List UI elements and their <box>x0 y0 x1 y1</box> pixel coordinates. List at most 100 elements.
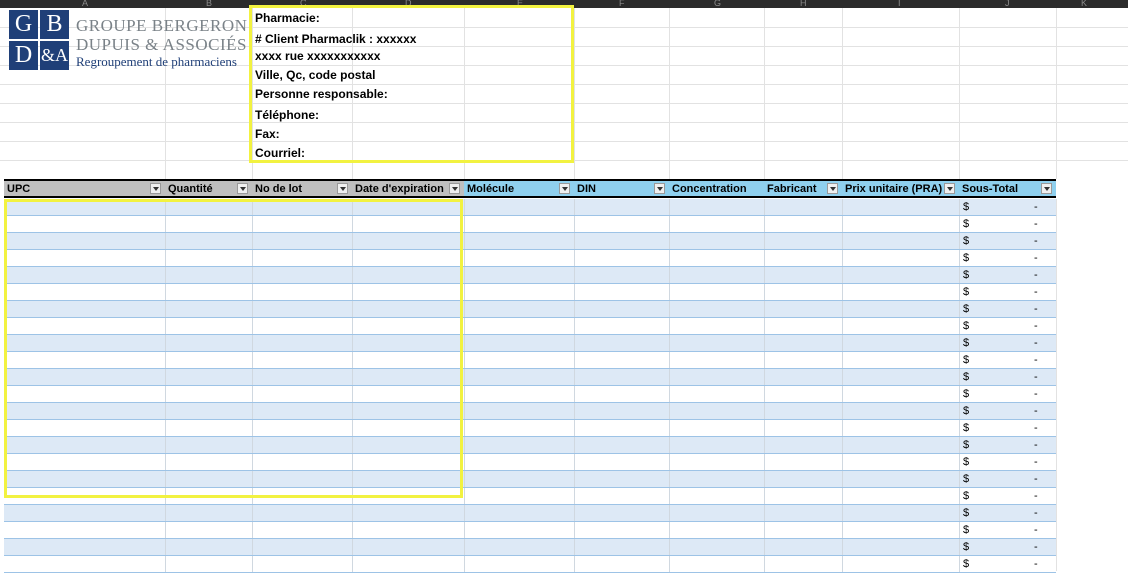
cell-divider <box>464 301 465 317</box>
subtotal-value[interactable]: - <box>1034 320 1038 332</box>
logo-text-line2: DUPUIS & ASSOCIÉS <box>76 35 247 54</box>
col-letter-a[interactable]: A <box>82 0 88 8</box>
street-address[interactable]: xxxx rue xxxxxxxxxxx <box>255 49 380 63</box>
filter-dropdown-icon[interactable] <box>449 183 460 194</box>
col-letter-k[interactable]: K <box>1081 0 1087 8</box>
cell-divider <box>959 522 960 538</box>
header-fabricant[interactable]: Fabricant <box>764 179 842 198</box>
pharmacy-label[interactable]: Pharmacie: <box>255 11 320 25</box>
filter-dropdown-icon[interactable] <box>150 183 161 194</box>
subtotal-currency: $ <box>963 507 970 519</box>
subtotal-value[interactable]: - <box>1034 218 1038 230</box>
header-label: Date d'expiration <box>355 183 444 195</box>
cell-divider <box>764 539 765 555</box>
data-entry-highlight <box>4 199 463 498</box>
grid-line <box>1056 8 1057 179</box>
cell-divider <box>959 199 960 215</box>
subtotal-value[interactable]: - <box>1034 201 1038 213</box>
header-upc[interactable]: UPC <box>4 179 165 198</box>
filter-dropdown-icon[interactable] <box>559 183 570 194</box>
cell-divider <box>959 420 960 436</box>
cell-divider <box>574 318 575 334</box>
table-row[interactable] <box>4 505 1056 522</box>
cell-divider <box>842 199 843 215</box>
header-quantite[interactable]: Quantité <box>165 179 252 198</box>
client-number[interactable]: # Client Pharmaclik : xxxxxx <box>255 32 416 46</box>
header-label: DIN <box>577 183 596 195</box>
fax-label[interactable]: Fax: <box>255 127 280 141</box>
cell-divider <box>574 454 575 470</box>
subtotal-value[interactable]: - <box>1034 286 1038 298</box>
col-letter-g[interactable]: G <box>714 0 721 8</box>
filter-dropdown-icon[interactable] <box>1041 183 1052 194</box>
header-no-de-lot[interactable]: No de lot <box>252 179 352 198</box>
col-letter-j[interactable]: J <box>1005 0 1010 8</box>
cell-divider <box>464 369 465 385</box>
cell-divider <box>352 522 353 538</box>
cell-divider <box>574 437 575 453</box>
table-row[interactable] <box>4 522 1056 539</box>
table-row[interactable] <box>4 556 1056 573</box>
header-prix-unitaire[interactable]: Prix unitaire (PRA) <box>842 179 959 198</box>
col-letter-b[interactable]: B <box>206 0 212 8</box>
subtotal-value[interactable]: - <box>1034 490 1038 502</box>
city-postal[interactable]: Ville, Qc, code postal <box>255 68 376 82</box>
subtotal-value[interactable]: - <box>1034 337 1038 349</box>
subtotal-value[interactable]: - <box>1034 388 1038 400</box>
header-din[interactable]: DIN <box>574 179 669 198</box>
email-label[interactable]: Courriel: <box>255 146 305 160</box>
grid-line <box>669 8 670 179</box>
subtotal-value[interactable]: - <box>1034 524 1038 536</box>
header-molecule[interactable]: Molécule <box>464 179 574 198</box>
logo-text-line3: Regroupement de pharmaciens <box>76 54 237 69</box>
cell-divider <box>165 522 166 538</box>
cell-divider <box>764 233 765 249</box>
cell-divider <box>669 199 670 215</box>
filter-dropdown-icon[interactable] <box>237 183 248 194</box>
subtotal-value[interactable]: - <box>1034 252 1038 264</box>
cell-divider <box>764 522 765 538</box>
col-letter-h[interactable]: H <box>800 0 807 8</box>
responsible-person[interactable]: Personne responsable: <box>255 87 388 101</box>
cell-divider <box>764 488 765 504</box>
subtotal-value[interactable]: - <box>1034 422 1038 434</box>
subtotal-value[interactable]: - <box>1034 371 1038 383</box>
table-row[interactable] <box>4 539 1056 556</box>
subtotal-value[interactable]: - <box>1034 405 1038 417</box>
cell-divider <box>669 335 670 351</box>
logo-letter: B <box>40 10 69 39</box>
col-letter-f[interactable]: F <box>619 0 625 8</box>
subtotal-value[interactable]: - <box>1034 303 1038 315</box>
subtotal-currency: $ <box>963 439 970 451</box>
subtotal-value[interactable]: - <box>1034 507 1038 519</box>
cell-divider <box>959 505 960 521</box>
header-sous-total[interactable]: Sous-Total <box>959 179 1056 198</box>
cell-divider <box>574 403 575 419</box>
subtotal-currency: $ <box>963 473 970 485</box>
cell-divider <box>464 437 465 453</box>
filter-dropdown-icon[interactable] <box>654 183 665 194</box>
subtotal-value[interactable]: - <box>1034 558 1038 570</box>
cell-divider <box>464 335 465 351</box>
logo-letter: G <box>9 10 38 39</box>
cell-divider <box>669 539 670 555</box>
cell-divider <box>842 420 843 436</box>
filter-dropdown-icon[interactable] <box>944 183 955 194</box>
subtotal-value[interactable]: - <box>1034 354 1038 366</box>
subtotal-value[interactable]: - <box>1034 439 1038 451</box>
subtotal-value[interactable]: - <box>1034 456 1038 468</box>
telephone-label[interactable]: Téléphone: <box>255 108 319 122</box>
subtotal-value[interactable]: - <box>1034 473 1038 485</box>
filter-dropdown-icon[interactable] <box>827 183 838 194</box>
subtotal-value[interactable]: - <box>1034 269 1038 281</box>
col-letter-i[interactable]: I <box>898 0 901 8</box>
header-concentration[interactable]: Concentration <box>669 179 764 198</box>
cell-divider <box>669 250 670 266</box>
header-date-expiration[interactable]: Date d'expiration <box>352 179 464 198</box>
filter-dropdown-icon[interactable] <box>337 183 348 194</box>
cell-divider <box>574 284 575 300</box>
subtotal-value[interactable]: - <box>1034 235 1038 247</box>
subtotal-value[interactable]: - <box>1034 541 1038 553</box>
cell-divider <box>842 335 843 351</box>
subtotal-currency: $ <box>963 405 970 417</box>
